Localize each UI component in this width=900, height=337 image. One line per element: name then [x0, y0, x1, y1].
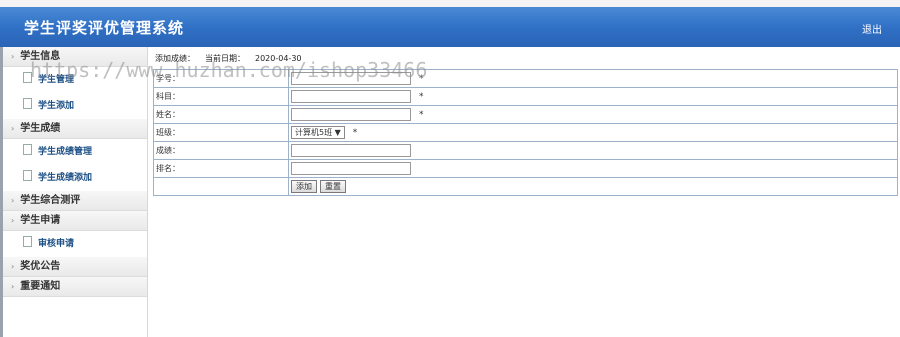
sidebar-item-score-manage[interactable]: 学生成绩管理	[3, 139, 147, 165]
required-mark: *	[419, 74, 424, 84]
score-input[interactable]	[291, 144, 411, 157]
field-label: 学号：	[153, 69, 289, 88]
sidebar: › 学生信息 学生管理 学生添加 › 学生成绩 学生成绩管理 学生成绩添加 › 学生综…	[0, 47, 148, 337]
required-mark: *	[352, 128, 358, 138]
sidebar-category-evaluation[interactable]: › 学生综合测评	[3, 191, 147, 211]
sidebar-item-score-add[interactable]: 学生成绩添加	[3, 165, 147, 191]
arrow-right-icon: ›	[11, 262, 15, 271]
category-label: 学生成绩	[20, 123, 61, 134]
sidebar-category-important-notice[interactable]: › 重要通知	[3, 277, 147, 297]
sidebar-item-student-add[interactable]: 学生添加	[3, 93, 147, 119]
sidebar-category-award-notice[interactable]: › 奖优公告	[3, 257, 147, 277]
sidebar-item-label: 审核申请	[38, 239, 75, 249]
form-row-subject: 科目： *	[153, 87, 898, 106]
arrow-right-icon: ›	[11, 196, 15, 205]
field-label: 排名：	[153, 159, 289, 178]
arrow-right-icon: ›	[11, 216, 15, 225]
rank-input[interactable]	[291, 162, 411, 175]
section-title: 添加成绩：	[155, 54, 195, 63]
required-mark: *	[419, 92, 424, 102]
form-row-actions: 添加 重置	[153, 177, 898, 196]
reset-button[interactable]: 重置	[320, 180, 346, 193]
category-label: 学生信息	[20, 51, 61, 62]
sidebar-item-label: 学生管理	[38, 75, 75, 85]
app-header: 学生评奖评优管理系统 退出	[0, 7, 900, 47]
date-value: 2020-04-30	[255, 54, 302, 63]
document-icon	[23, 72, 32, 83]
sidebar-category-student-score[interactable]: › 学生成绩	[3, 119, 147, 139]
sidebar-item-label: 学生成绩添加	[38, 173, 93, 183]
logout-link[interactable]: 退出	[862, 21, 882, 36]
field-label: 科目：	[153, 87, 289, 106]
sidebar-item-label: 学生添加	[38, 101, 75, 111]
category-label: 学生申请	[20, 215, 61, 226]
form-row-rank: 排名：	[153, 159, 898, 178]
document-icon	[23, 170, 32, 181]
field-label: 姓名：	[153, 105, 289, 124]
form-row-name: 姓名： *	[153, 105, 898, 124]
required-mark: *	[419, 110, 424, 120]
add-score-form: 学号： * 科目： * 姓名： * 班级： 计算机5班 ▼ * 成绩： 排名： 添…	[153, 69, 898, 196]
arrow-right-icon: ›	[11, 52, 15, 61]
arrow-right-icon: ›	[11, 282, 15, 291]
main-content: 添加成绩： 当前日期： 2020-04-30 学号： * 科目： * 姓名： * 班…	[153, 52, 900, 196]
form-row-class: 班级： 计算机5班 ▼ *	[153, 123, 898, 142]
sidebar-category-application[interactable]: › 学生申请	[3, 211, 147, 231]
name-input[interactable]	[291, 108, 411, 121]
app-title: 学生评奖评优管理系统	[24, 19, 185, 37]
subject-input[interactable]	[291, 90, 411, 103]
sidebar-item-review-application[interactable]: 审核申请	[3, 231, 147, 257]
category-label: 重要通知	[20, 281, 61, 292]
category-label: 学生综合测评	[20, 195, 81, 206]
date-label: 当前日期：	[205, 54, 245, 63]
class-select[interactable]: 计算机5班 ▼	[291, 126, 345, 139]
arrow-right-icon: ›	[11, 124, 15, 133]
form-row-student-id: 学号： *	[153, 69, 898, 88]
sidebar-category-student-info[interactable]: › 学生信息	[3, 47, 147, 67]
sidebar-item-label: 学生成绩管理	[38, 147, 93, 157]
document-icon	[23, 98, 32, 109]
sidebar-item-student-manage[interactable]: 学生管理	[3, 67, 147, 93]
document-icon	[23, 236, 32, 247]
category-label: 奖优公告	[20, 261, 61, 272]
add-button[interactable]: 添加	[291, 180, 317, 193]
field-label: 成绩：	[153, 141, 289, 160]
page-info-bar: 添加成绩： 当前日期： 2020-04-30	[153, 52, 900, 65]
form-row-score: 成绩：	[153, 141, 898, 160]
student-id-input[interactable]	[291, 72, 411, 85]
document-icon	[23, 144, 32, 155]
field-label: 班级：	[153, 123, 289, 142]
